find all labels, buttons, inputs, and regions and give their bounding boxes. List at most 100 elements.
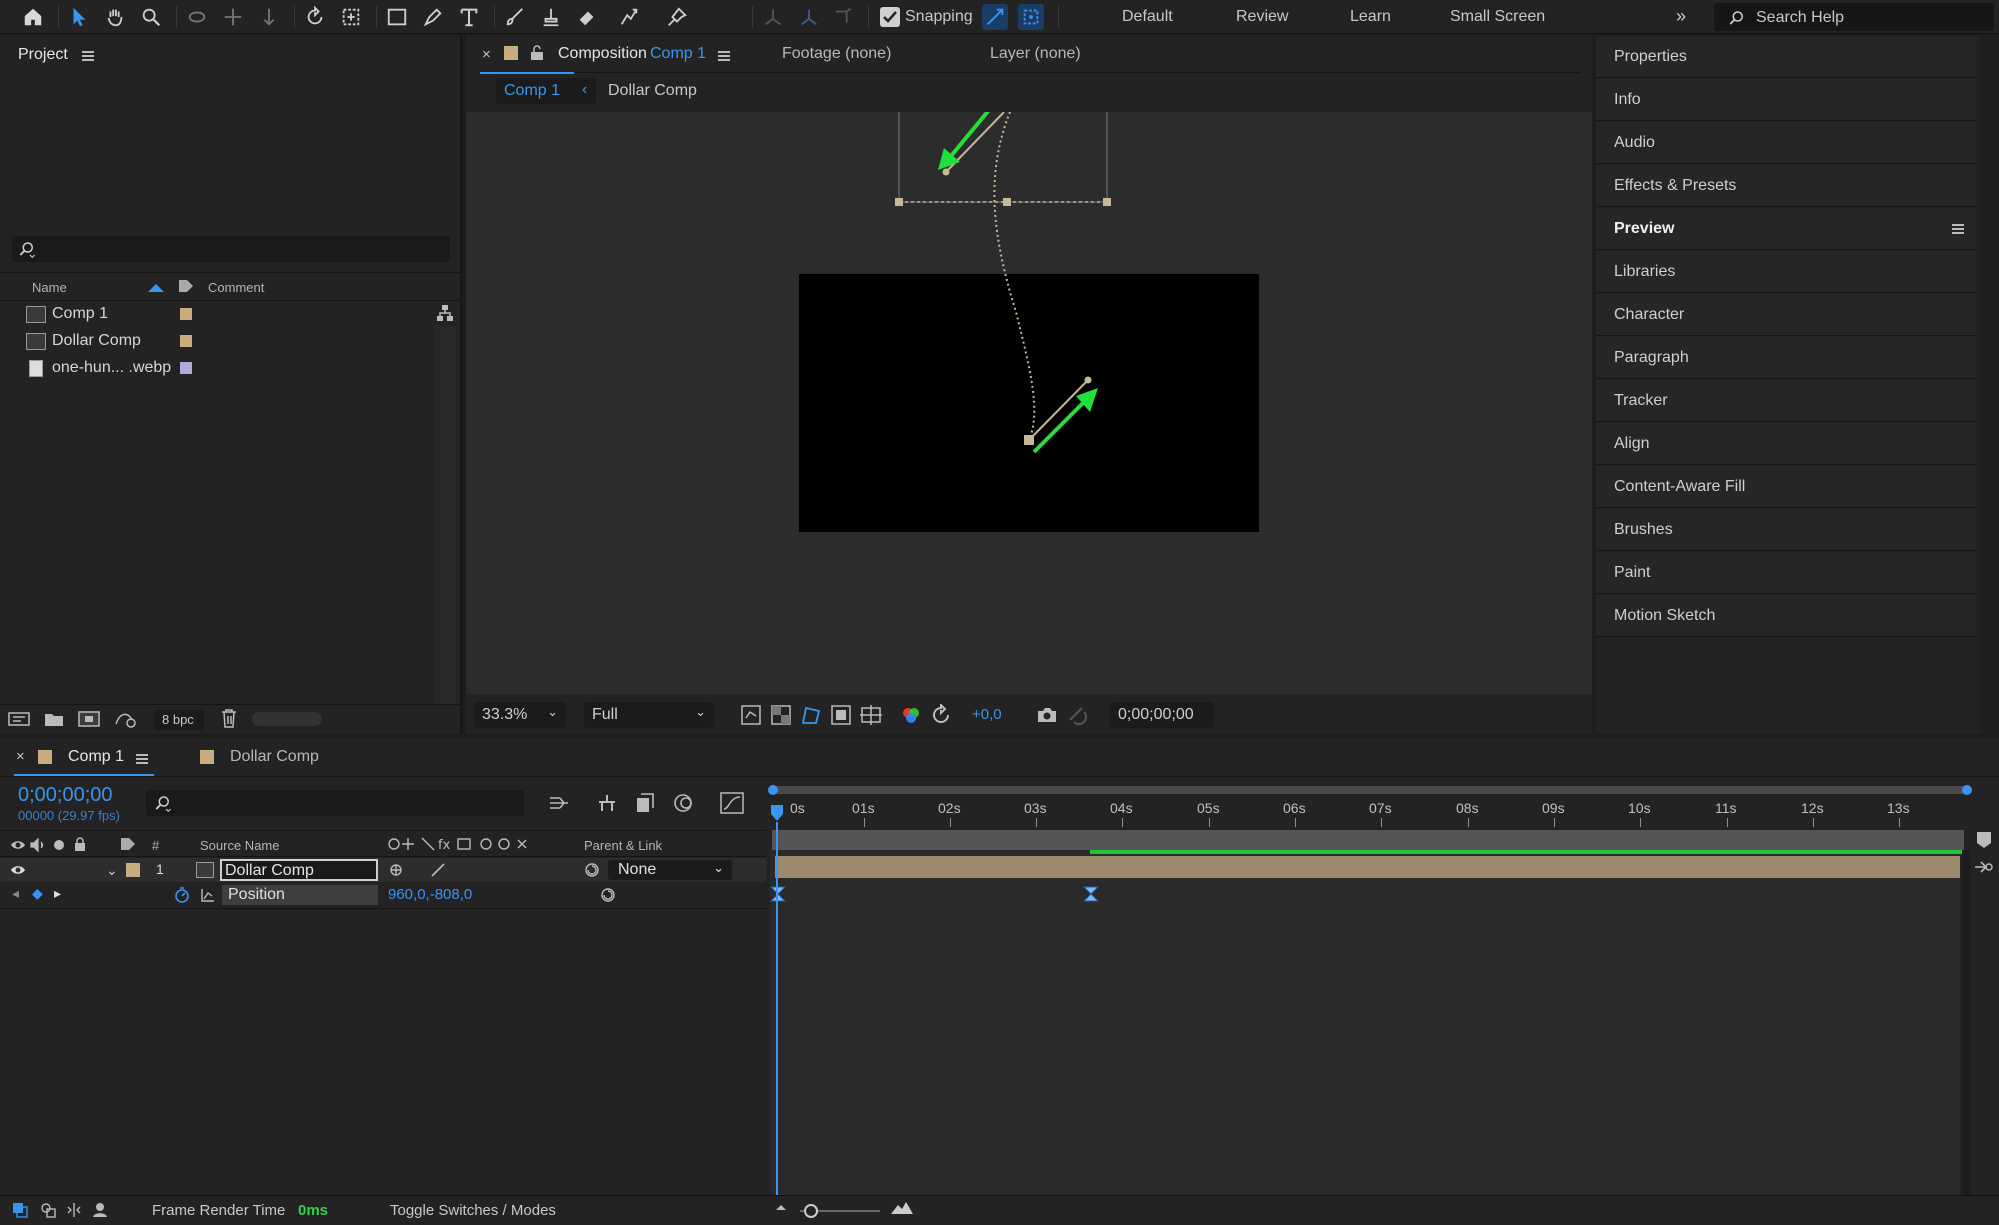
add-keyframe-icon[interactable]: ◆ xyxy=(32,885,43,902)
panel-audio[interactable]: Audio xyxy=(1596,122,1976,164)
transparency-grid-icon[interactable] xyxy=(770,704,792,726)
position-keyframe-point[interactable] xyxy=(1024,435,1034,445)
panel-character[interactable]: Character xyxy=(1596,294,1976,336)
right-panel-scrollbar[interactable] xyxy=(1980,36,1999,734)
axis-world-icon[interactable] xyxy=(796,4,822,30)
label-color-swatch[interactable] xyxy=(180,308,192,320)
label-column-icon[interactable] xyxy=(120,837,136,851)
layer-handle-left[interactable] xyxy=(895,198,903,206)
new-folder-icon[interactable] xyxy=(44,710,64,728)
zoom-tool-icon[interactable] xyxy=(138,4,164,30)
in-out-toggle-icon[interactable] xyxy=(66,1202,82,1218)
position-value[interactable]: 960,0,-808,0 xyxy=(388,886,472,903)
pen-tool-icon[interactable] xyxy=(420,4,446,30)
trash-icon[interactable] xyxy=(220,708,238,728)
graph-icon[interactable] xyxy=(200,887,216,903)
project-item-webp[interactable]: one-hun... .webp xyxy=(20,356,430,382)
search-help-field[interactable]: Search Help xyxy=(1714,3,1994,31)
panel-effects-presets[interactable]: Effects & Presets xyxy=(1596,165,1976,207)
panel-preview[interactable]: Preview xyxy=(1596,208,1976,250)
render-time-toggle-icon[interactable] xyxy=(92,1202,110,1218)
stopwatch-icon[interactable] xyxy=(174,887,190,903)
work-area-start-handle[interactable] xyxy=(768,785,778,795)
expression-pick-whip-icon[interactable] xyxy=(600,887,616,903)
snapshot-camera-icon[interactable] xyxy=(1036,704,1058,726)
work-area-bar[interactable] xyxy=(772,786,1968,794)
panel-brushes[interactable]: Brushes xyxy=(1596,509,1976,551)
snapping-checkbox[interactable] xyxy=(880,7,900,27)
next-keyframe-icon[interactable]: ▸ xyxy=(54,885,61,902)
column-header-name[interactable]: Name xyxy=(32,280,67,295)
pan-camera-icon[interactable] xyxy=(220,4,246,30)
layer-duration-bar[interactable] xyxy=(775,856,1960,878)
composition-viewer[interactable] xyxy=(466,112,1592,694)
axis-view-icon[interactable] xyxy=(830,4,856,30)
layer-handle-center[interactable] xyxy=(1003,198,1011,206)
puppet-pin-tool-icon[interactable] xyxy=(664,4,690,30)
zoom-slider-thumb[interactable] xyxy=(804,1204,818,1218)
panel-menu-icon[interactable] xyxy=(1952,224,1964,234)
timeline-tab-comp-1[interactable]: Comp 1 xyxy=(68,748,124,766)
flowchart-icon[interactable] xyxy=(436,304,454,322)
column-header-source-name[interactable]: Source Name xyxy=(200,838,279,853)
panel-motion-sketch[interactable]: Motion Sketch xyxy=(1596,595,1976,637)
timeline-search-input[interactable] xyxy=(146,790,524,816)
hand-tool-icon[interactable] xyxy=(102,4,128,30)
axis-local-icon[interactable] xyxy=(760,4,786,30)
panel-menu-icon[interactable] xyxy=(136,754,148,764)
reset-exposure-icon[interactable] xyxy=(930,702,952,726)
draft-3d-icon[interactable] xyxy=(596,792,618,814)
tangent-handle-bottom[interactable] xyxy=(1028,379,1089,441)
resolution-select[interactable]: Full ⌄ xyxy=(584,702,714,728)
panel-paint[interactable]: Paint xyxy=(1596,552,1976,594)
panel-paragraph[interactable]: Paragraph xyxy=(1596,337,1976,379)
channel-color-icon[interactable] xyxy=(900,704,922,726)
layer-expand-chevron-icon[interactable]: ⌄ xyxy=(106,862,118,879)
comp-button-icon[interactable] xyxy=(1972,856,1994,878)
zoom-out-icon[interactable] xyxy=(774,1200,788,1214)
eraser-tool-icon[interactable] xyxy=(574,4,600,30)
label-color-swatch[interactable] xyxy=(180,335,192,347)
bit-depth-button[interactable]: 8 bpc xyxy=(154,710,204,730)
panel-menu-icon[interactable] xyxy=(718,51,730,61)
brush-tool-icon[interactable] xyxy=(502,4,528,30)
layer-row-dollar-comp[interactable]: ⌄ 1 Dollar Comp None ⌄ xyxy=(0,858,766,882)
motion-path[interactable] xyxy=(993,112,1036,441)
panel-info[interactable]: Info xyxy=(1596,79,1976,121)
parent-select[interactable]: None ⌄ xyxy=(608,860,732,880)
keyframe-start[interactable] xyxy=(769,885,787,903)
frame-blending-icon[interactable] xyxy=(634,792,656,814)
timeline-current-time[interactable]: 0;00;00;00 xyxy=(18,784,113,807)
motion-blur-icon[interactable] xyxy=(672,792,694,814)
grid-guides-icon[interactable] xyxy=(860,704,882,726)
workspace-review[interactable]: Review xyxy=(1236,8,1288,26)
label-tag-icon[interactable] xyxy=(178,279,194,293)
layer-tab[interactable]: Layer (none) xyxy=(990,45,1081,63)
timeline-track-area[interactable] xyxy=(770,850,1960,1195)
breadcrumb-comp-1[interactable]: Comp 1 ‹ xyxy=(496,78,596,104)
thumbnail-scrollbar[interactable] xyxy=(252,712,322,726)
snap-edges-icon[interactable] xyxy=(982,4,1008,30)
panel-libraries[interactable]: Libraries xyxy=(1596,251,1976,293)
shy-switch-icon[interactable] xyxy=(388,862,404,878)
close-timeline-icon[interactable]: × xyxy=(16,748,25,765)
lock-icon[interactable] xyxy=(530,45,544,61)
work-area-end-handle[interactable] xyxy=(1962,785,1972,795)
snap-features-icon[interactable] xyxy=(1018,4,1044,30)
pick-whip-icon[interactable] xyxy=(584,862,600,878)
zoom-in-icon[interactable] xyxy=(890,1200,914,1216)
layer-handle-right[interactable] xyxy=(1103,198,1111,206)
show-snapshot-icon[interactable] xyxy=(1066,704,1088,726)
column-header-parent-link[interactable]: Parent & Link xyxy=(584,838,662,853)
collapse-transform-switch-icon[interactable] xyxy=(430,862,446,878)
panel-tracker[interactable]: Tracker xyxy=(1596,380,1976,422)
panel-menu-icon[interactable] xyxy=(82,51,94,61)
toggle-switches-modes-button[interactable]: Toggle Switches / Modes xyxy=(390,1202,556,1219)
fast-previews-icon[interactable] xyxy=(740,704,762,726)
column-header-comment[interactable]: Comment xyxy=(208,280,264,295)
pan-behind-tool-icon[interactable] xyxy=(338,4,364,30)
workspace-default[interactable]: Default xyxy=(1122,8,1173,26)
panel-align[interactable]: Align xyxy=(1596,423,1976,465)
panel-properties[interactable]: Properties xyxy=(1596,36,1976,78)
previous-keyframe-icon[interactable]: ◂ xyxy=(12,885,19,902)
